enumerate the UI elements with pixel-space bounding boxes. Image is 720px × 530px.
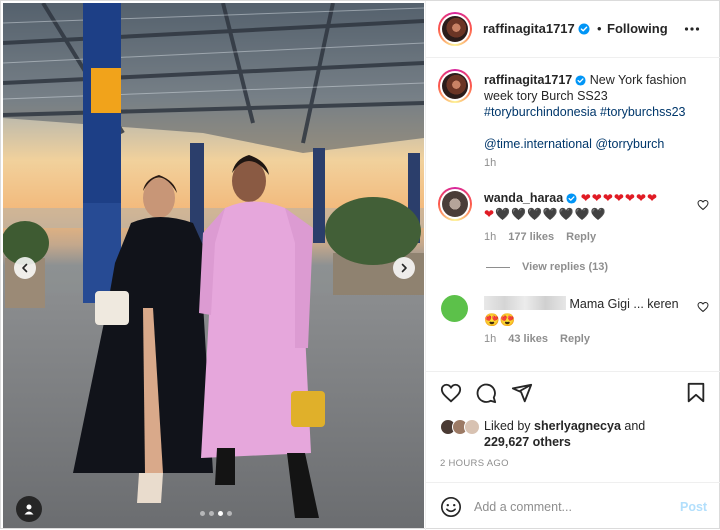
emoji-icon: [441, 497, 461, 517]
carousel-dot: [209, 511, 214, 516]
more-icon: [684, 27, 700, 31]
comment-emoji-2: 😍😍: [484, 313, 516, 327]
comment-meta: 1h 177 likes Reply: [484, 231, 596, 243]
comment-item: wanda_haraa ❤❤❤❤❤❤❤ ❤🖤🖤🖤🖤🖤🖤🖤: [484, 190, 696, 222]
comment-hearts-black: 🖤🖤🖤🖤🖤🖤🖤: [495, 207, 607, 221]
author-avatar[interactable]: [438, 12, 472, 46]
add-comment-input[interactable]: [474, 497, 664, 517]
caption-mentions[interactable]: @time.international @torryburch: [484, 137, 664, 151]
comment-heart-red-single: ❤: [484, 207, 496, 221]
comment-like-button-2[interactable]: [697, 301, 709, 316]
post-header: raffinagita1717 • Following: [426, 1, 720, 58]
carousel-prev-button[interactable]: [14, 257, 36, 279]
comment-icon: [476, 383, 497, 404]
liked-by-user[interactable]: sherlyagnecya: [534, 419, 621, 433]
comment-meta-2: 1h 43 likes Reply: [484, 333, 590, 345]
view-replies-label: View replies (13): [522, 261, 609, 273]
chevron-right-icon: [401, 263, 407, 273]
carousel-next-button[interactable]: [393, 257, 415, 279]
caption-hashtags[interactable]: #toryburchindonesia #toryburchss23: [484, 105, 686, 119]
user-tag-icon: [24, 504, 34, 515]
comment-time: 1h: [484, 231, 497, 243]
mini-avatar: [464, 419, 480, 435]
heart-icon: [697, 199, 709, 211]
liked-by-and: and: [620, 419, 646, 433]
comment-reply-button-2[interactable]: Reply: [560, 333, 590, 345]
post-comment-button[interactable]: Post: [680, 500, 707, 514]
post-caption: raffinagita1717 New York fashion week to…: [484, 72, 710, 152]
comment-reply-button[interactable]: Reply: [566, 231, 596, 243]
verified-icon: [575, 75, 586, 86]
share-button[interactable]: [511, 382, 533, 407]
caption-author-avatar[interactable]: [438, 69, 472, 103]
post-actions: Liked by sherlyagnecya and 229,627 other…: [426, 371, 720, 481]
comment-avatar-2[interactable]: [441, 295, 468, 322]
comment-item-2: Mama Gigi ... keren 😍😍: [484, 296, 696, 328]
more-options-button[interactable]: [684, 21, 700, 40]
liked-by-prefix: Liked by: [484, 419, 535, 433]
verified-icon: [566, 193, 577, 204]
comment-button[interactable]: [475, 382, 497, 407]
comment-likes[interactable]: 177 likes: [508, 231, 554, 243]
comment-likes-2[interactable]: 43 likes: [508, 333, 548, 345]
comment-avatar[interactable]: [438, 187, 472, 221]
post-time-ago[interactable]: 2 HOURS AGO: [440, 458, 509, 469]
replies-divider-line: [486, 266, 510, 268]
header-separator: •: [597, 21, 602, 36]
photo-illustration: [3, 3, 424, 528]
heart-icon: [440, 383, 462, 403]
caption-time: 1h: [484, 157, 497, 169]
add-comment-bar: Post: [426, 482, 720, 530]
comment-time-2: 1h: [484, 333, 497, 345]
view-replies-button[interactable]: View replies (13): [486, 261, 608, 273]
author-username-link[interactable]: raffinagita1717: [483, 21, 590, 36]
user-tag-button[interactable]: [16, 496, 42, 522]
post-photo[interactable]: [3, 3, 424, 528]
liked-by: Liked by sherlyagnecya and 229,627 other…: [440, 418, 674, 450]
redacted-username: [484, 296, 566, 310]
post-detail-panel: raffinagita1717 • Following raffinagita1…: [425, 1, 720, 530]
emoji-button[interactable]: [440, 496, 462, 521]
carousel-dot: [227, 511, 232, 516]
instagram-post-frame: raffinagita1717 • Following raffinagita1…: [0, 0, 720, 530]
author-username[interactable]: raffinagita1717: [483, 21, 575, 36]
liked-by-avatars[interactable]: [440, 419, 480, 435]
liked-by-text: Liked by sherlyagnecya and 229,627 other…: [484, 418, 674, 450]
comment-username[interactable]: wanda_haraa: [484, 191, 563, 205]
like-button[interactable]: [440, 382, 462, 407]
carousel-dots: [200, 511, 232, 516]
chevron-left-icon: [22, 263, 28, 273]
bookmark-icon: [687, 382, 705, 403]
save-button[interactable]: [686, 382, 706, 407]
comment-like-button[interactable]: [697, 199, 709, 214]
verified-icon: [578, 23, 590, 35]
carousel-dot: [218, 511, 223, 516]
following-button[interactable]: Following: [607, 21, 668, 36]
comment-hearts-red: ❤❤❤❤❤❤❤: [580, 191, 659, 205]
comment-text-2: Mama Gigi ... keren: [569, 297, 679, 311]
share-icon: [511, 383, 533, 403]
carousel-dot: [200, 511, 205, 516]
liked-by-count[interactable]: 229,627 others: [484, 435, 571, 449]
caption-username[interactable]: raffinagita1717: [484, 73, 572, 87]
heart-icon: [697, 301, 709, 313]
comments-section: raffinagita1717 New York fashion week to…: [426, 59, 720, 371]
